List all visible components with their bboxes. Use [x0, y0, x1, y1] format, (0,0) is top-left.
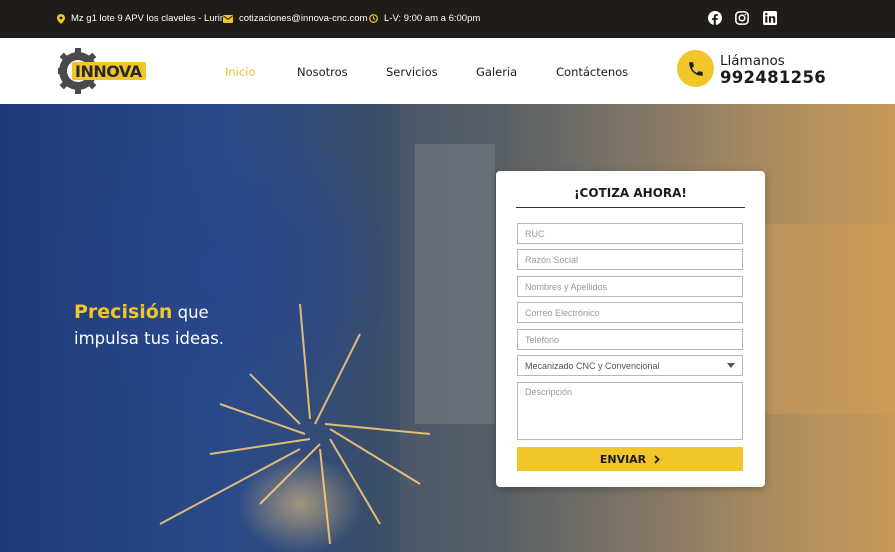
hours-info: L-V: 9:00 am a 6:00pm — [369, 13, 480, 24]
nav-contactenos[interactable]: Contáctenos — [556, 65, 628, 79]
email-info[interactable]: cotizaciones@innova-cnc.com — [223, 13, 367, 24]
call-button[interactable] — [677, 50, 714, 87]
facebook-icon[interactable] — [708, 11, 722, 25]
quote-form-card: ¡COTIZA AHORA! Mecanizado CNC y Convenci… — [496, 171, 765, 487]
chevron-down-icon — [727, 363, 735, 368]
enviar-label: ENVIAR — [599, 452, 647, 466]
nav-servicios[interactable]: Servicios — [386, 65, 438, 79]
ruc-input[interactable] — [517, 223, 743, 244]
servicio-select[interactable]: Mecanizado CNC y Convencional — [517, 355, 743, 376]
form-title: ¡COTIZA AHORA! — [574, 186, 687, 200]
instagram-icon[interactable] — [735, 11, 749, 25]
call-number[interactable]: 992481256 — [720, 68, 826, 87]
innova-logo[interactable]: INNOVA — [55, 46, 150, 96]
address-text: Mz g1 lote 9 APV los claveles - Lurin — [71, 13, 226, 24]
enviar-button[interactable]: ENVIAR — [517, 447, 743, 471]
logo-text: INNOVA — [75, 62, 143, 81]
nav-galeria[interactable]: Galeria — [476, 65, 517, 79]
tagline-rest: que — [172, 303, 209, 322]
servicio-selected-value: Mecanizado CNC y Convencional — [525, 360, 660, 371]
call-label: Llámanos — [720, 53, 785, 69]
clock-icon — [369, 14, 378, 23]
address-info: Mz g1 lote 9 APV los claveles - Lurin — [57, 13, 225, 24]
main-header: INNOVA Inicio Nosotros Servicios Galeria… — [0, 38, 895, 104]
location-pin-icon — [57, 13, 65, 24]
title-divider — [516, 207, 745, 208]
descripcion-textarea[interactable] — [517, 382, 743, 440]
correo-input[interactable] — [517, 302, 743, 323]
phone-icon — [688, 61, 703, 76]
telefono-input[interactable] — [517, 329, 743, 350]
logo-gear-icon: INNOVA — [55, 48, 146, 94]
chevron-right-icon — [654, 454, 660, 464]
tagline-highlight: Precisión — [74, 301, 173, 323]
linkedin-icon[interactable] — [763, 11, 777, 25]
top-info-bar: Mz g1 lote 9 APV los claveles - Lurin co… — [0, 0, 895, 38]
hero-tagline: Precisión que impulsa tus ideas. — [74, 299, 224, 352]
envelope-icon — [223, 14, 233, 23]
tagline-line-2: impulsa tus ideas. — [74, 329, 225, 348]
razon-social-input[interactable] — [517, 249, 743, 270]
nav-inicio[interactable]: Inicio — [225, 65, 255, 79]
email-text[interactable]: cotizaciones@innova-cnc.com — [239, 13, 367, 24]
hours-text: L-V: 9:00 am a 6:00pm — [384, 13, 481, 24]
nav-nosotros[interactable]: Nosotros — [297, 65, 348, 79]
nombres-input[interactable] — [517, 276, 743, 297]
